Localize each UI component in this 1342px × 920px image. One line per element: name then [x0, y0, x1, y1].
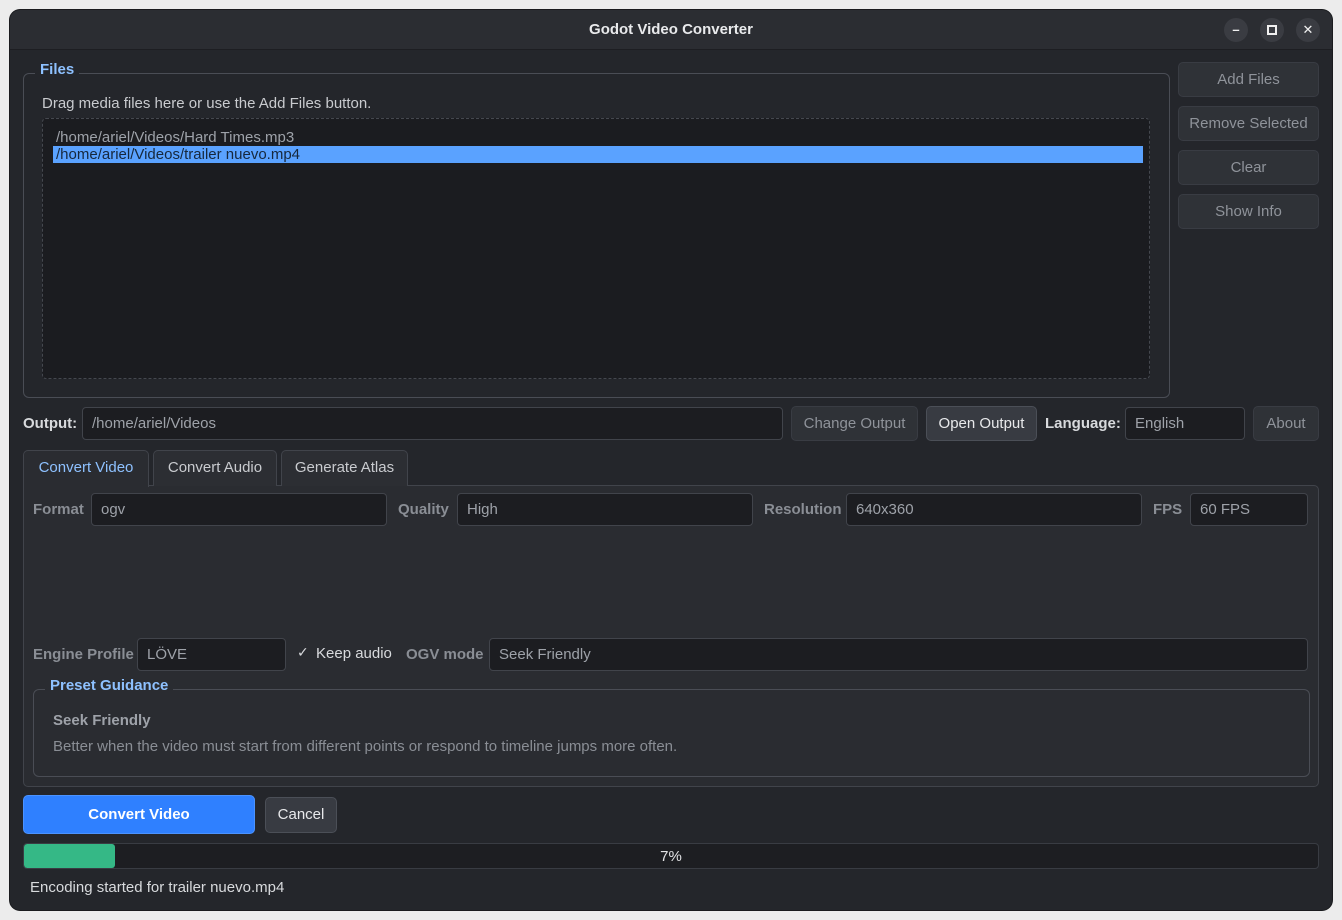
about-button[interactable]: About: [1253, 406, 1319, 441]
preset-guidance-group: [33, 689, 1310, 777]
engine-profile-select[interactable]: LÖVE: [137, 638, 286, 671]
file-list-item[interactable]: /home/ariel/Videos/trailer nuevo.mp4: [53, 146, 1143, 163]
title-bar[interactable]: Godot Video Converter – ✕: [10, 10, 1332, 50]
convert-video-button[interactable]: Convert Video: [23, 795, 255, 834]
fps-select[interactable]: 60 FPS: [1190, 493, 1308, 526]
guidance-title: Seek Friendly: [53, 712, 151, 729]
file-list-item[interactable]: /home/ariel/Videos/Hard Times.mp3: [53, 129, 1143, 146]
preset-guidance-legend: Preset Guidance: [45, 677, 174, 694]
output-path-field[interactable]: /home/ariel/Videos: [82, 407, 783, 440]
maximize-square-icon: [1267, 25, 1277, 35]
add-files-button[interactable]: Add Files: [1178, 62, 1319, 97]
output-label: Output:: [23, 415, 78, 432]
files-legend: Files: [35, 61, 80, 78]
quality-label: Quality: [398, 501, 449, 518]
language-label: Language:: [1045, 415, 1121, 432]
tab-generate-atlas[interactable]: Generate Atlas: [281, 450, 408, 486]
keep-audio-label[interactable]: Keep audio: [316, 645, 392, 662]
resolution-label: Resolution: [764, 501, 842, 518]
ogv-mode-label: OGV mode: [406, 646, 484, 663]
clear-button[interactable]: Clear: [1178, 150, 1319, 185]
file-list[interactable]: /home/ariel/Videos/Hard Times.mp3/home/a…: [42, 118, 1150, 379]
close-icon[interactable]: ✕: [1296, 18, 1320, 42]
open-output-button[interactable]: Open Output: [926, 406, 1037, 441]
files-hint: Drag media files here or use the Add Fil…: [42, 95, 372, 112]
language-select[interactable]: English: [1125, 407, 1245, 440]
remove-selected-button[interactable]: Remove Selected: [1178, 106, 1319, 141]
window-title: Godot Video Converter: [589, 21, 753, 38]
quality-select[interactable]: High: [457, 493, 753, 526]
progress-percent: 7%: [660, 848, 682, 865]
format-select[interactable]: ogv: [91, 493, 387, 526]
status-text: Encoding started for trailer nuevo.mp4: [30, 879, 285, 896]
fps-label: FPS: [1153, 501, 1183, 518]
ogv-mode-select[interactable]: Seek Friendly: [489, 638, 1308, 671]
format-label: Format: [33, 501, 84, 518]
minimize-icon[interactable]: –: [1224, 18, 1248, 42]
change-output-button[interactable]: Change Output: [791, 406, 918, 441]
app-window: Godot Video Converter – ✕ Files Drag med…: [10, 10, 1332, 910]
keep-audio-checkbox[interactable]: ✓: [297, 645, 311, 659]
show-info-button[interactable]: Show Info: [1178, 194, 1319, 229]
resolution-select[interactable]: 640x360: [846, 493, 1142, 526]
progress-bar: 7%: [23, 843, 1319, 869]
cancel-button[interactable]: Cancel: [265, 797, 337, 833]
tab-convert-audio[interactable]: Convert Audio: [153, 450, 277, 486]
tab-convert-video[interactable]: Convert Video: [23, 450, 149, 487]
maximize-icon[interactable]: [1260, 18, 1284, 42]
guidance-text: Better when the video must start from di…: [53, 738, 678, 755]
engine-profile-label: Engine Profile: [33, 646, 134, 663]
